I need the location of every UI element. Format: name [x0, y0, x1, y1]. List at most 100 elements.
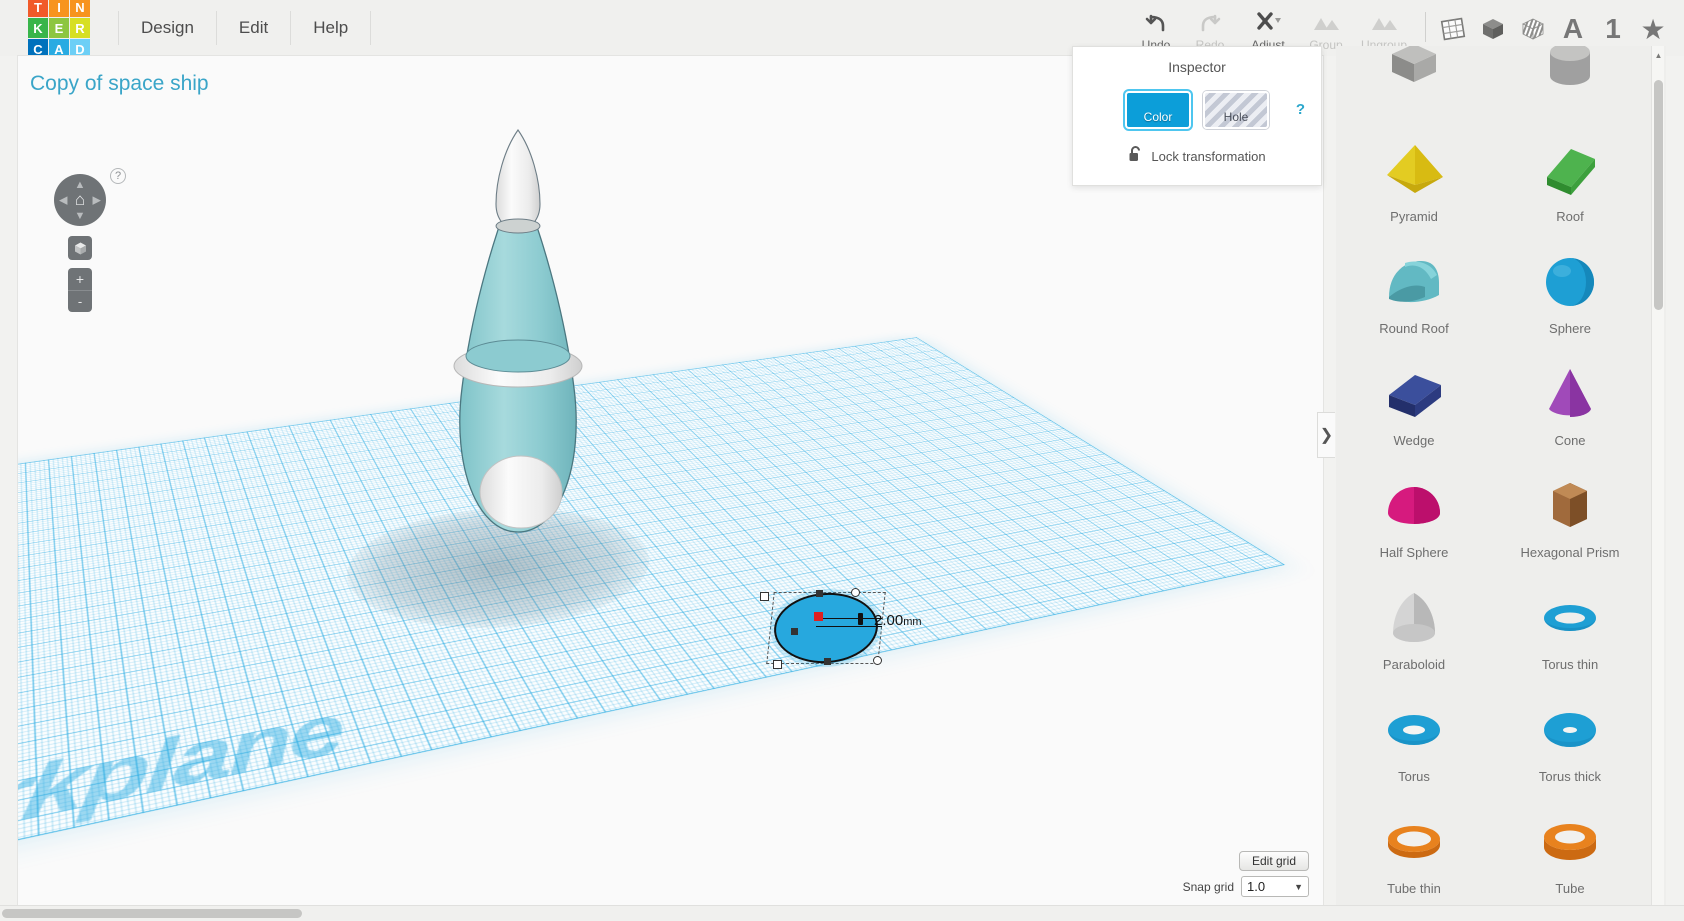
favorite-icon-glyph: ★ [1640, 13, 1666, 45]
shape-wedge[interactable]: Wedge [1336, 346, 1492, 458]
dimension-label[interactable]: 2.00mm [874, 612, 922, 629]
box-solid-icon[interactable] [1476, 12, 1510, 46]
inspector-swatches: Color Hole [1073, 91, 1321, 129]
color-swatch-button[interactable]: Color [1125, 91, 1191, 129]
panel-collapse-button[interactable]: ❯ [1317, 412, 1335, 458]
torus-thin-shape-icon [1531, 581, 1609, 655]
sphere-shape-icon [1531, 245, 1609, 319]
favorite-icon[interactable]: ★ [1636, 12, 1670, 46]
text-icon[interactable]: A [1556, 12, 1590, 46]
logo-letter: R [70, 18, 90, 38]
shape-cone[interactable]: Cone [1492, 346, 1648, 458]
menu-item-edit[interactable]: Edit [217, 11, 292, 45]
dimension-value: 2.00 [874, 612, 904, 629]
rotate-handle-top-right[interactable] [851, 588, 860, 597]
workplane-grid[interactable]: rkplane [18, 337, 1285, 861]
logo-letter: N [70, 0, 90, 17]
snap-grid-select[interactable]: 1.0 ▼ [1241, 876, 1309, 897]
scroll-up-icon[interactable]: ▲ [1652, 48, 1665, 62]
shape-roof[interactable]: Roof [1492, 122, 1648, 234]
tube-shape-icon [1531, 805, 1609, 879]
shape-tube[interactable]: Tube [1492, 794, 1648, 906]
shape-label: Paraboloid [1382, 656, 1446, 672]
shape-label: Torus [1398, 768, 1430, 784]
shape-pyramid[interactable]: Pyramid [1336, 122, 1492, 234]
scrollbar-thumb[interactable] [1654, 80, 1663, 310]
menu-item-design[interactable]: Design [118, 11, 217, 45]
shape-hexagonal-prism[interactable]: Hexagonal Prism [1492, 458, 1648, 570]
shape-round-roof[interactable]: Round Roof [1336, 234, 1492, 346]
hexagonal-prism-shape-icon [1531, 469, 1609, 543]
lock-transformation-label: Lock transformation [1151, 149, 1266, 164]
tinkercad-logo[interactable]: T I N K E R C A D [28, 0, 90, 59]
nav-arrow-down[interactable]: ▼ [75, 210, 86, 222]
nav-arrow-right[interactable]: ▶ [93, 194, 101, 207]
space-ship-object[interactable] [414, 118, 624, 548]
workplane-icon[interactable] [1436, 12, 1470, 46]
hole-swatch-label: Hole [1223, 110, 1249, 124]
home-view-icon[interactable]: ⌂ [75, 190, 85, 210]
dimension-line-bottom [816, 626, 882, 627]
resize-handle-bottom-left[interactable] [773, 660, 782, 669]
shape-box[interactable] [1336, 46, 1492, 122]
hole-swatch-button[interactable]: Hole [1203, 91, 1269, 129]
zoom-controls: + - [68, 268, 92, 312]
group-icon [1312, 10, 1340, 36]
cone-shape-icon [1531, 357, 1609, 431]
logo-letter: K [28, 18, 48, 38]
height-handle[interactable] [814, 612, 823, 621]
edge-handle-bottom[interactable] [824, 658, 831, 665]
help-icon[interactable]: ? [110, 168, 126, 184]
shape-label: Torus thick [1538, 768, 1602, 784]
fit-to-view-icon[interactable] [68, 236, 92, 260]
adjust-icon [1253, 10, 1283, 36]
nav-arrow-left[interactable]: ◀ [59, 194, 67, 207]
zoom-out-button[interactable]: - [68, 290, 92, 312]
ungroup-icon [1370, 10, 1398, 36]
grid-controls: Edit grid Snap grid 1.0 ▼ [1183, 851, 1309, 897]
menu-item-help[interactable]: Help [291, 11, 372, 45]
shape-label: Half Sphere [1379, 544, 1449, 560]
shape-cylinder[interactable] [1492, 46, 1648, 122]
roof-shape-icon [1531, 133, 1609, 207]
resize-handle-top-left[interactable] [760, 592, 769, 601]
paraboloid-shape-icon [1375, 581, 1453, 655]
shape-label: Torus thin [1541, 656, 1599, 672]
inspector-help-icon[interactable]: ? [1296, 101, 1305, 118]
inspector-title: Inspector [1168, 59, 1226, 75]
left-gutter [0, 56, 18, 905]
shape-label: Cone [1554, 432, 1586, 448]
edit-grid-button[interactable]: Edit grid [1238, 851, 1309, 871]
logo-letter: E [49, 18, 69, 38]
main-menu: Design Edit Help [118, 0, 372, 56]
shape-torus[interactable]: Torus [1336, 682, 1492, 794]
color-swatch-label: Color [1143, 110, 1173, 124]
shape-torus-thick[interactable]: Torus thick [1492, 682, 1648, 794]
shape-tube-thin[interactable]: Tube thin [1336, 794, 1492, 906]
edge-handle-top[interactable] [816, 590, 823, 597]
text-icon-glyph: A [1562, 13, 1584, 44]
toolbar-divider [1425, 12, 1426, 42]
undo-icon [1144, 10, 1168, 36]
horizontal-scrollbar-thumb[interactable] [2, 909, 302, 918]
shape-half-sphere[interactable]: Half Sphere [1336, 458, 1492, 570]
horizontal-scrollbar[interactable] [0, 905, 1684, 921]
shape-torus-thin[interactable]: Torus thin [1492, 570, 1648, 682]
logo-letter: I [49, 0, 69, 17]
edge-handle-left[interactable] [791, 628, 798, 635]
shape-sphere[interactable]: Sphere [1492, 234, 1648, 346]
dimension-unit: mm [903, 616, 922, 628]
lock-transformation-row[interactable]: Lock transformation [1073, 145, 1321, 168]
selected-object-group[interactable]: 2.00mm [760, 584, 922, 672]
view-navigation-pad[interactable]: ▲ ▼ ◀ ▶ ⌂ [54, 174, 106, 226]
dimension-knob[interactable] [858, 613, 863, 625]
view-mode-icons: A 1 ★ [1436, 12, 1670, 46]
number-icon[interactable]: 1 [1596, 12, 1630, 46]
shapes-panel-scrollbar[interactable]: ▲ ▼ [1651, 46, 1664, 921]
shape-paraboloid[interactable]: Paraboloid [1336, 570, 1492, 682]
zoom-in-button[interactable]: + [68, 268, 92, 290]
shape-label: Pyramid [1390, 208, 1438, 224]
box-striped-icon[interactable] [1516, 12, 1550, 46]
rotate-handle-bottom-right[interactable] [873, 656, 882, 665]
tube-thin-shape-icon [1375, 805, 1453, 879]
